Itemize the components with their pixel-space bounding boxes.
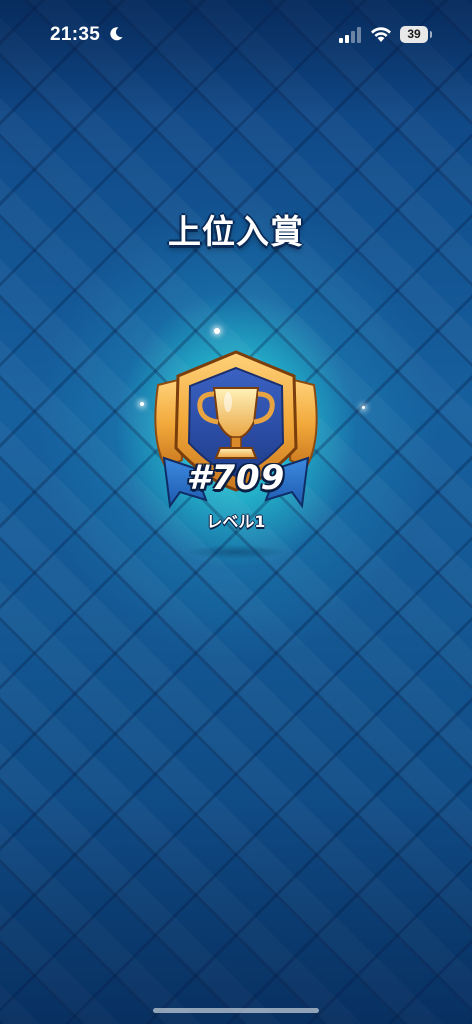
status-bar: 21:35 39 [0, 0, 472, 70]
sparkle [362, 406, 365, 409]
moon-icon [110, 27, 123, 41]
bottom-shade [0, 804, 472, 1024]
home-indicator[interactable] [153, 1008, 319, 1013]
badge-shadow [186, 545, 286, 559]
rank-number: #709 [186, 458, 286, 498]
status-time: 21:35 [50, 24, 101, 45]
battery-tip [430, 31, 432, 38]
sparkle [214, 328, 220, 334]
battery-level: 39 [400, 26, 428, 43]
battery-icon: 39 [400, 26, 432, 43]
award-screen: 21:35 39 上位入賞 #709 レベル1 [0, 0, 472, 1024]
award-title: 上位入賞 [168, 212, 304, 251]
wifi-icon [371, 27, 391, 42]
level-label: レベル1 [206, 512, 266, 531]
signal-icon [339, 27, 361, 43]
